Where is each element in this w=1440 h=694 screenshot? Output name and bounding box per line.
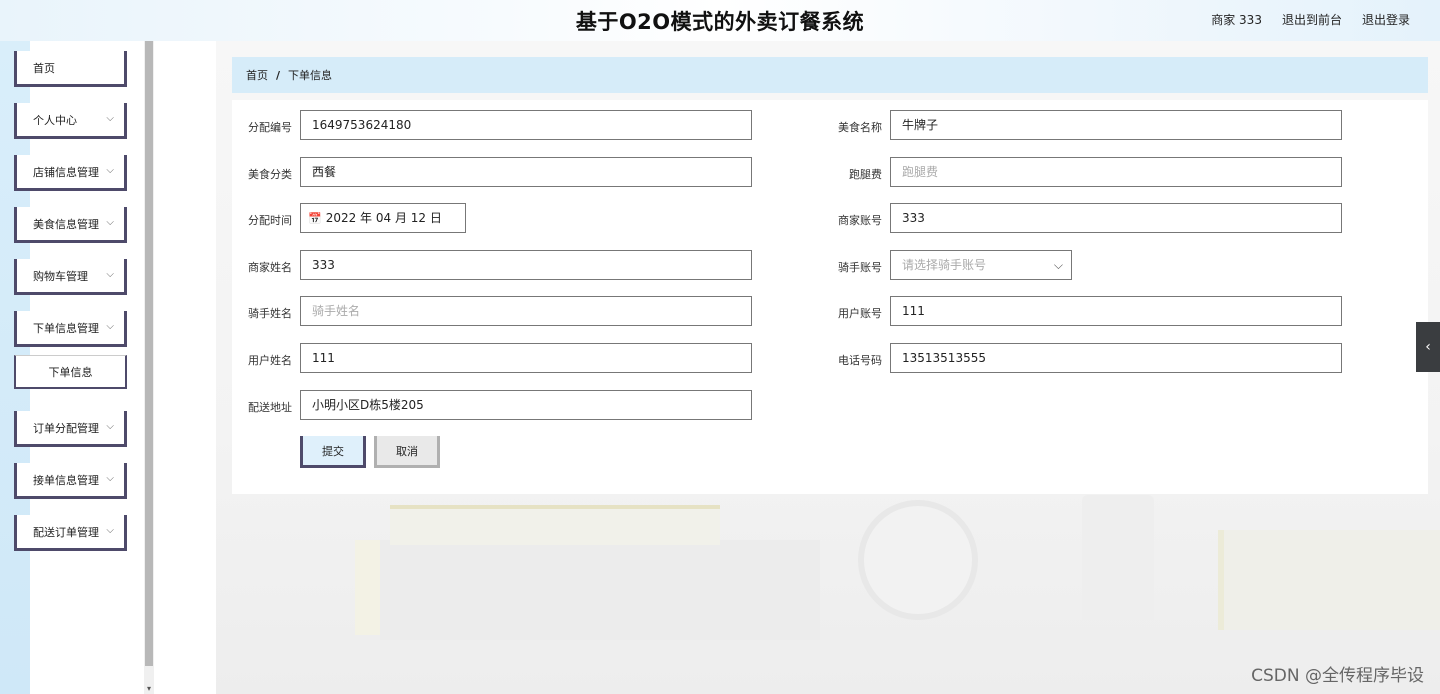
calendar-icon: 📅 (308, 212, 322, 225)
breadcrumb: 首页 / 下单信息 (232, 57, 1428, 93)
sidebar-item-label: 下单信息 (48, 365, 93, 379)
label-user-name: 用户姓名 (248, 354, 292, 367)
sidebar-item-label: 配送订单管理 (33, 525, 99, 539)
top-header: 基于O2O模式的外卖订餐系统 商家 333 退出到前台 退出登录 (0, 0, 1440, 41)
breadcrumb-separator: / (276, 68, 281, 82)
sidebar-item-accept-management[interactable]: 接单信息管理 ⌵ (14, 463, 127, 499)
rider-name-input[interactable]: 骑手姓名 (300, 296, 752, 326)
chevron-down-icon: ⌵ (106, 421, 114, 432)
label-delivery-address: 配送地址 (248, 401, 292, 414)
cancel-button[interactable]: 取消 (374, 436, 440, 468)
chevron-down-icon: ⌵ (106, 113, 114, 124)
chevron-down-icon: ⌵ (106, 217, 114, 228)
chevron-down-icon: ⌵ (106, 473, 114, 484)
watermark: CSDN @全传程序毕设 (1251, 666, 1424, 686)
sidebar-item-label: 个人中心 (33, 113, 77, 127)
label-merchant-name: 商家姓名 (248, 261, 292, 274)
sidebar-item-home[interactable]: 首页 (14, 51, 127, 87)
sidebar-item-store-management[interactable]: 店铺信息管理 ⌵ (14, 155, 127, 191)
chevron-down-icon: ⌵ (106, 321, 114, 332)
chevron-left-icon[interactable]: ‹ (1416, 322, 1440, 372)
sidebar-item-label: 店铺信息管理 (33, 165, 99, 179)
dispatch-time-input[interactable]: 📅 2022 年 04 月 12 日 (300, 203, 466, 233)
dispatch-no-input[interactable]: 1649753624180 (300, 110, 752, 140)
label-dispatch-time: 分配时间 (248, 214, 292, 227)
sidebar-item-label: 购物车管理 (33, 269, 88, 283)
breadcrumb-home[interactable]: 首页 (246, 67, 268, 83)
rider-account-select[interactable]: 请选择骑手账号 ⌵ (890, 250, 1072, 280)
phone-number-input[interactable]: 13513513555 (890, 343, 1342, 373)
scroll-down-icon[interactable]: ▾ (144, 684, 154, 694)
label-rider-account: 骑手账号 (838, 261, 882, 274)
chevron-down-icon: ⌵ (1053, 258, 1063, 272)
breadcrumb-current: 下单信息 (288, 69, 333, 82)
sidebar-item-delivery-management[interactable]: 配送订单管理 ⌵ (14, 515, 127, 551)
food-category-input[interactable]: 西餐 (300, 157, 752, 187)
sidebar-item-cart-management[interactable]: 购物车管理 ⌵ (14, 259, 127, 295)
sidebar-item-label: 下单信息管理 (33, 321, 99, 335)
label-rider-name: 骑手姓名 (248, 307, 292, 320)
scrollbar-thumb[interactable] (145, 41, 153, 666)
back-to-front-link[interactable]: 退出到前台 (1282, 11, 1342, 28)
label-user-account: 用户账号 (838, 307, 882, 320)
user-account-input[interactable]: 111 (890, 296, 1342, 326)
delivery-address-input[interactable]: 小明小区D栋5楼205 (300, 390, 752, 420)
logout-link[interactable]: 退出登录 (1362, 11, 1410, 28)
sidebar-item-personal-center[interactable]: 个人中心 ⌵ (14, 103, 127, 139)
label-delivery-fee: 跑腿费 (849, 168, 882, 181)
food-name-input[interactable]: 牛牌子 (890, 110, 1342, 140)
merchant-account-input[interactable]: 333 (890, 203, 1342, 233)
header-actions: 商家 333 退出到前台 退出登录 (1211, 11, 1410, 28)
sidebar-item-order-management[interactable]: 下单信息管理 ⌵ (14, 311, 127, 347)
label-merchant-account: 商家账号 (838, 214, 882, 227)
rider-account-placeholder: 请选择骑手账号 (902, 258, 987, 272)
label-phone-number: 电话号码 (838, 354, 882, 367)
chevron-down-icon: ⌵ (106, 165, 114, 176)
sidebar-scrollbar[interactable]: ▾ (144, 41, 154, 694)
sidebar-item-label: 接单信息管理 (33, 473, 99, 487)
sidebar-item-label: 订单分配管理 (33, 421, 99, 435)
dispatch-time-value: 2022 年 04 月 12 日 (325, 211, 442, 225)
chevron-down-icon: ⌵ (106, 525, 114, 536)
submit-button[interactable]: 提交 (300, 436, 366, 468)
delivery-fee-input[interactable]: 跑腿费 (890, 157, 1342, 187)
label-food-category: 美食分类 (248, 168, 292, 181)
sidebar-item-food-management[interactable]: 美食信息管理 ⌵ (14, 207, 127, 243)
label-food-name: 美食名称 (838, 121, 882, 134)
user-name-input[interactable]: 111 (300, 343, 752, 373)
sidebar-item-dispatch-management[interactable]: 订单分配管理 ⌵ (14, 411, 127, 447)
sidebar-subitem-order-info[interactable]: 下单信息 (14, 355, 127, 389)
merchant-label: 商家 333 (1211, 13, 1262, 27)
sidebar-item-label: 美食信息管理 (33, 217, 99, 231)
chevron-down-icon: ⌵ (106, 269, 114, 280)
merchant-name-input[interactable]: 333 (300, 250, 752, 280)
label-dispatch-no: 分配编号 (248, 121, 292, 134)
sidebar-item-label: 首页 (33, 61, 55, 75)
